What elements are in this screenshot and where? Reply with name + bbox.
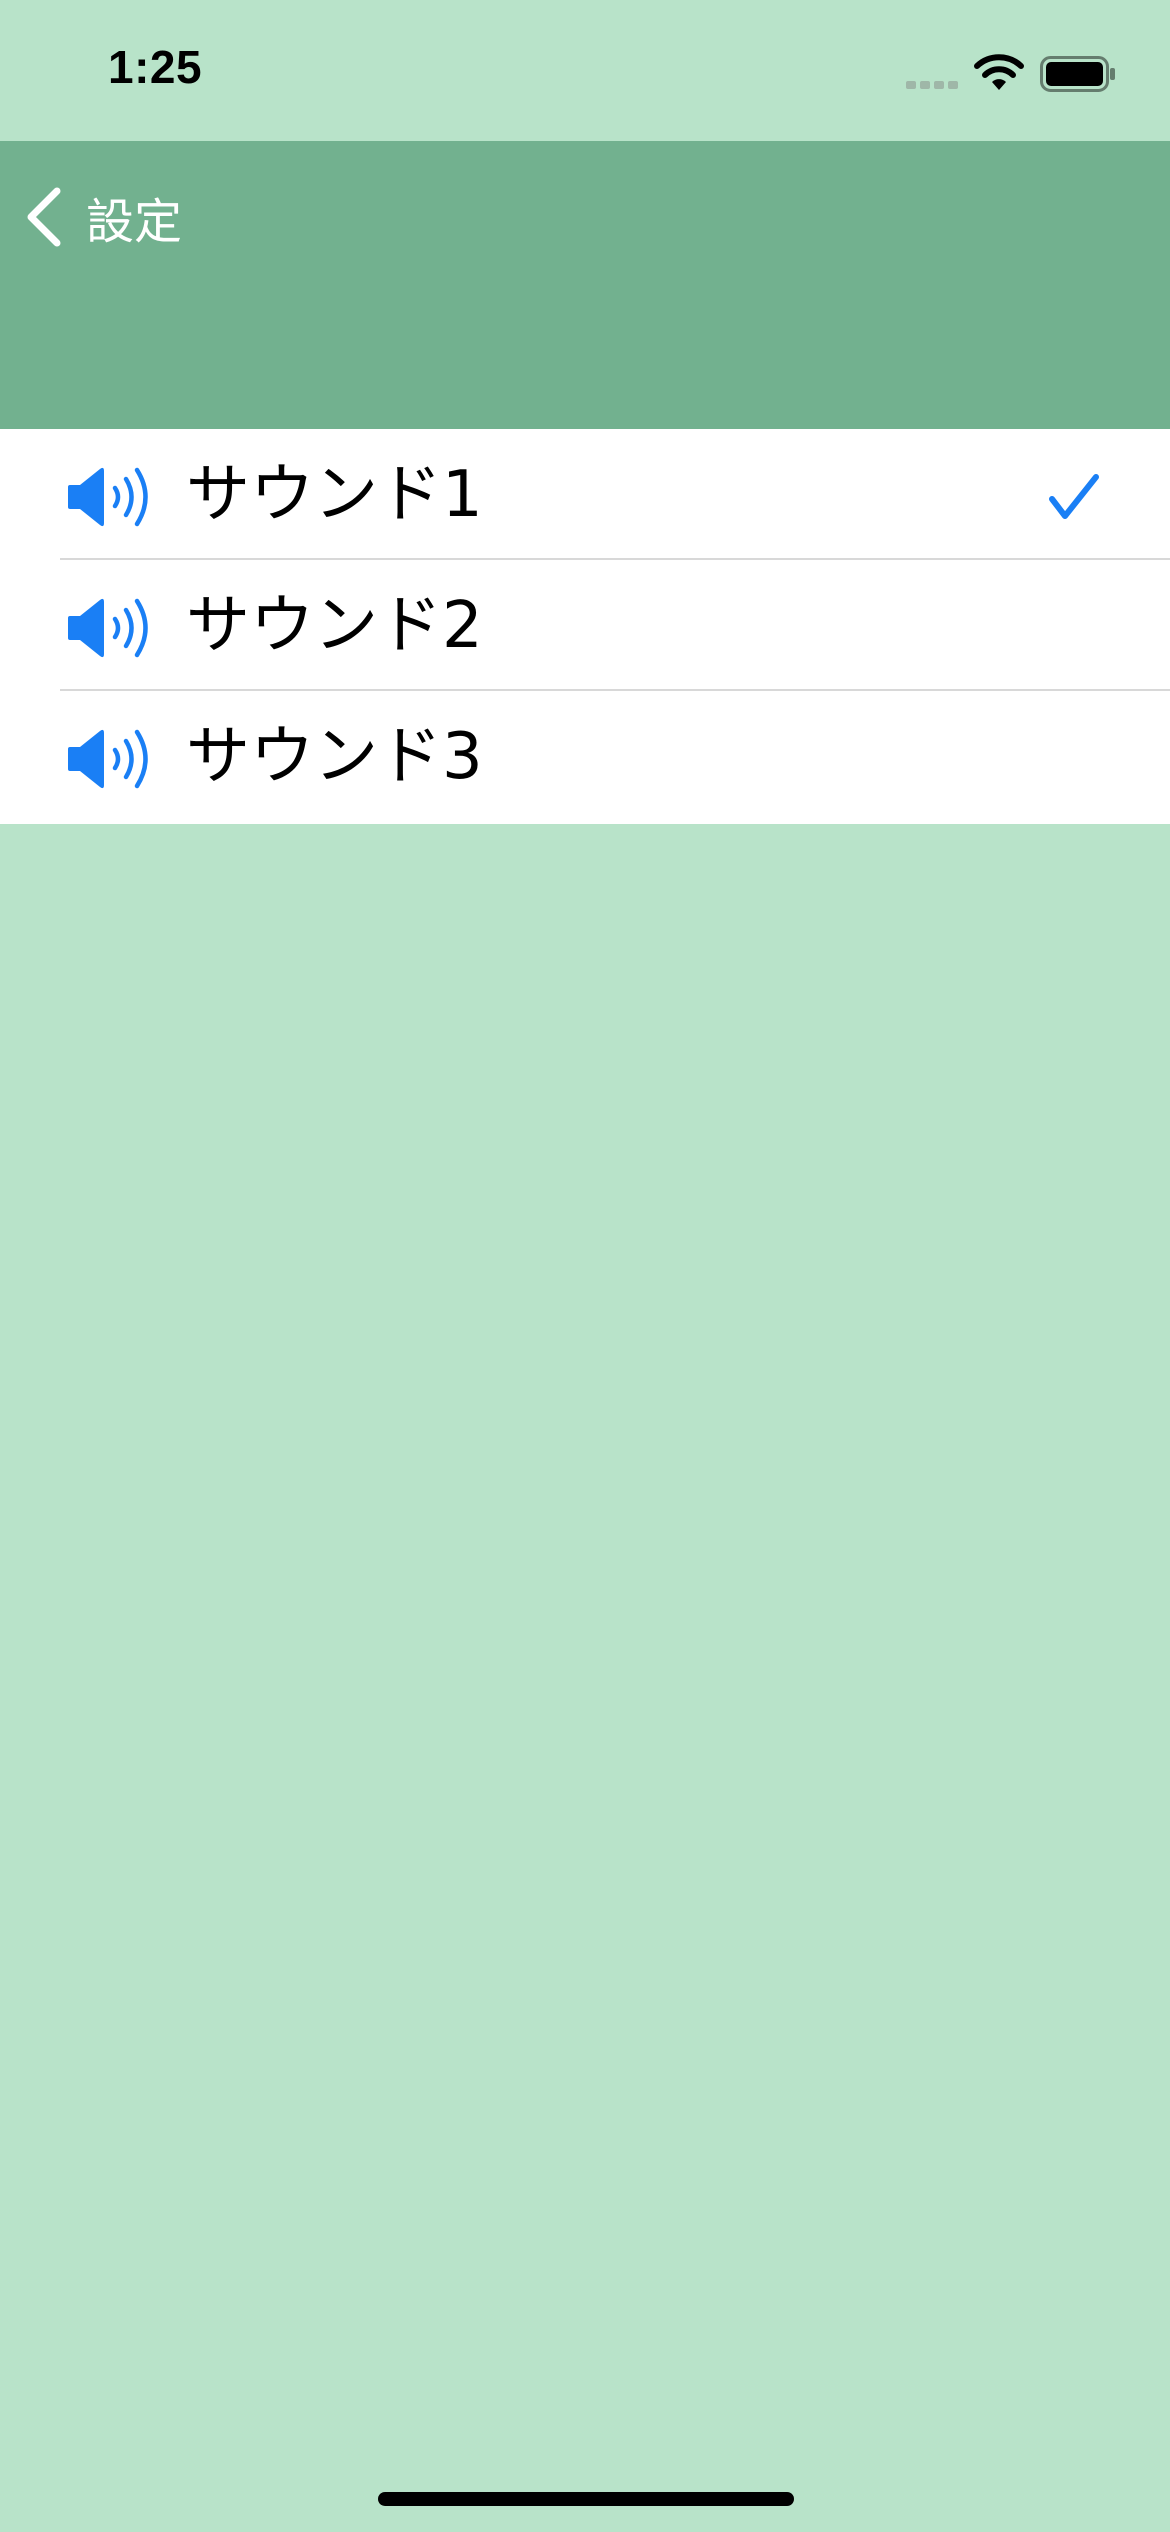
list-item-label: サウンド1 [186,458,483,532]
navigation-bar: 設定 [0,141,1170,429]
status-time: 1:25 [108,41,203,93]
back-button-label: 設定 [86,194,183,250]
list-item-sound-1[interactable]: サウンド1 [0,429,1170,560]
list-item-sound-2[interactable]: サウンド2 [0,560,1170,691]
checkmark-icon [1049,474,1099,519]
speaker-icon [68,467,148,527]
speaker-icon [68,598,148,658]
wifi-icon [974,54,1024,90]
list-item-sound-3[interactable]: サウンド3 [0,691,1170,822]
sound-list: サウンド1 サウンド2 サウンド3 [0,429,1170,824]
list-item-label: サウンド2 [186,589,483,663]
home-indicator[interactable] [378,2492,794,2506]
list-item-label: サウンド3 [186,720,483,794]
cellular-signal-icon [906,81,958,89]
status-bar: 1:25 [0,0,1170,141]
chevron-left-icon [27,187,61,247]
battery-icon [1040,56,1115,92]
speaker-icon [68,729,148,789]
back-button[interactable]: 設定 [24,177,182,257]
